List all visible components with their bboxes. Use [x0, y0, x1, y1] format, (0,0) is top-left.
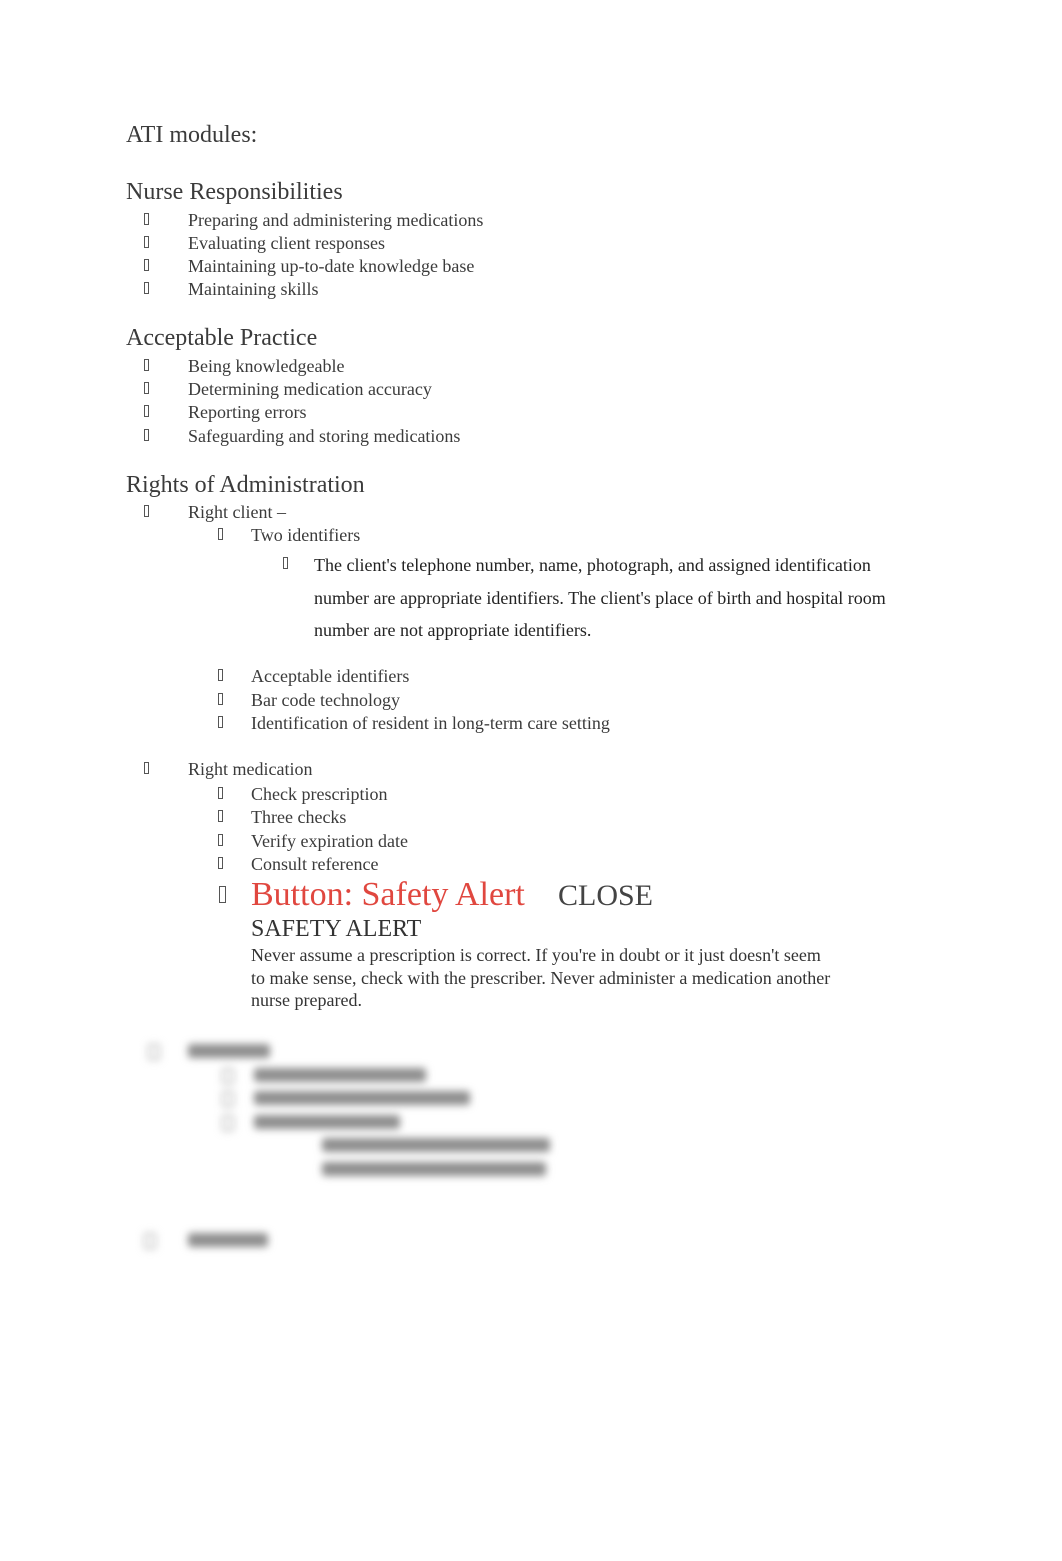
safety-alert-body: Never assume a prescription is correct. …	[251, 945, 831, 1010]
blurred-line	[254, 1115, 400, 1129]
list-item: Bar code technology	[251, 690, 400, 710]
bullet-icon	[144, 359, 149, 375]
blurred-line	[188, 1233, 268, 1247]
bullet-icon	[144, 762, 149, 778]
bullet-icon	[222, 1091, 234, 1107]
list-item: Three checks	[251, 807, 347, 827]
list-item: Consult reference	[251, 854, 379, 874]
bullet-icon	[218, 857, 223, 873]
bullet-icon	[218, 669, 223, 685]
bullet-icon	[144, 505, 149, 521]
bullet-icon	[144, 213, 149, 229]
identifiers-note: The client's telephone number, name, pho…	[314, 555, 886, 640]
bullet-icon	[148, 1044, 160, 1060]
bullet-icon	[144, 236, 149, 252]
list-item: Preparing and administering medications	[188, 210, 484, 230]
list-item: Identification of resident in long-term …	[251, 713, 610, 733]
blurred-locked-content	[130, 1030, 590, 1260]
list-item: Safeguarding and storing medications	[188, 426, 461, 446]
close-button[interactable]: CLOSE	[558, 879, 653, 913]
list-item: Acceptable identifiers	[251, 666, 410, 686]
blurred-line	[322, 1162, 546, 1176]
bullet-icon	[144, 1233, 156, 1249]
bullet-icon	[144, 259, 149, 275]
bullet-icon	[222, 1115, 234, 1131]
section-heading-acceptable-practice: Acceptable Practice	[126, 325, 318, 351]
list-item: Determining medication accuracy	[188, 379, 432, 399]
bullet-icon	[218, 528, 223, 544]
list-item: Two identifiers	[251, 525, 361, 545]
list-item: Being knowledgeable	[188, 356, 345, 376]
list-item: Verify expiration date	[251, 831, 408, 851]
list-item: Evaluating client responses	[188, 233, 385, 253]
safety-alert-title: SAFETY ALERT	[251, 916, 422, 942]
bullet-icon	[218, 834, 223, 850]
bullet-icon	[218, 810, 223, 826]
bullet-icon	[144, 405, 149, 421]
section-heading-rights-of-administration: Rights of Administration	[126, 472, 365, 498]
safety-alert-button[interactable]: Button: Safety Alert	[251, 876, 525, 914]
bullet-icon	[144, 382, 149, 398]
right-medication-label: Right medication	[188, 759, 313, 779]
bullet-icon	[222, 1068, 234, 1084]
blurred-line	[188, 1044, 270, 1058]
right-client-label: Right client –	[188, 502, 286, 522]
list-item: Maintaining skills	[188, 279, 319, 299]
blurred-line	[254, 1091, 470, 1105]
bullet-icon	[144, 429, 149, 445]
list-item: Maintaining up-to-date knowledge base	[188, 256, 475, 276]
blurred-line	[322, 1138, 550, 1152]
bullet-icon	[144, 282, 149, 298]
bullet-icon	[283, 557, 288, 573]
bullet-icon	[218, 716, 223, 732]
list-item: Check prescription	[251, 784, 388, 804]
document-title: ATI modules:	[126, 122, 258, 148]
bullet-icon	[218, 787, 223, 803]
section-heading-nurse-responsibilities: Nurse Responsibilities	[126, 179, 343, 205]
list-item: Reporting errors	[188, 402, 307, 422]
blurred-line	[254, 1068, 426, 1082]
bullet-icon	[219, 886, 226, 907]
document-page: ATI modules: Nurse Responsibilities Prep…	[0, 0, 1062, 1561]
bullet-icon	[218, 693, 223, 709]
